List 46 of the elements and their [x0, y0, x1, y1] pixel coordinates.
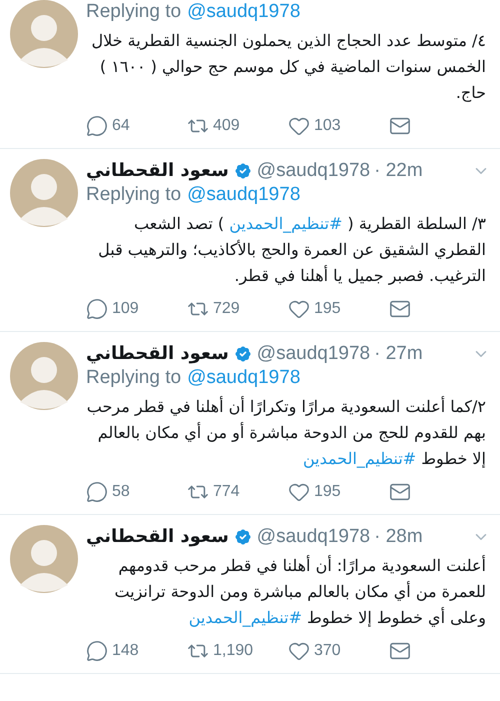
mail-icon[interactable] [389, 298, 411, 320]
mail-icon[interactable] [389, 481, 411, 503]
like-icon[interactable] [288, 640, 310, 662]
action-count: 103 [314, 116, 341, 136]
like-icon[interactable] [288, 298, 310, 320]
replying-label: Replying to [86, 0, 182, 24]
hashtag-link[interactable]: #تنظيم_الحمدين [188, 608, 302, 627]
hashtag-link[interactable]: #تنظيم_الحمدين [229, 214, 342, 233]
display-name: سعود القحطاني [86, 342, 229, 366]
tweet-text: ٢/كما أعلنت السعودية مرارًا وتكرارًا أن أهلنا في قطر مرحب بهم للقدوم للحج من الدوحة مباشرة أو من أي مكان بالعالم إلا خطوط #تنظيم_الحمدين [86, 395, 487, 470]
display-name: سعود القحطاني [86, 159, 229, 183]
action-count: 148 [112, 641, 139, 661]
action-count: 729 [213, 299, 240, 319]
mail-icon[interactable] [389, 115, 411, 137]
action-count: 370 [314, 641, 341, 661]
display-name: سعود القحطاني [86, 525, 229, 549]
reply-icon[interactable] [86, 481, 108, 503]
like-icon[interactable] [288, 115, 310, 137]
tweet-time: · 28m [374, 525, 423, 549]
tweet-time: · 22m [374, 159, 423, 183]
mention-link[interactable]: @saudq1978 [187, 183, 300, 207]
user-handle: @saudq1978 [256, 342, 370, 366]
action-count: 58 [112, 482, 130, 502]
action-count: 1,190 [213, 641, 254, 661]
tweet-text: ٤/ متوسط عدد الحجاج الذين يحملون الجنسية القطرية خلال الخمس سنوات الماضية في كل موسم حج حوالي ( ١٦٠٠ ) حاج. [90, 30, 487, 104]
action-count: 64 [112, 116, 130, 136]
action-count: 409 [213, 116, 240, 136]
tweet-time: · 27m [374, 342, 423, 366]
reply-icon[interactable] [86, 115, 108, 137]
hashtag-link[interactable]: #تنظيم_الحمدين [302, 449, 416, 468]
user-handle: @saudq1978 [256, 525, 370, 549]
reply-icon[interactable] [86, 640, 108, 662]
replying-label: Replying to [86, 183, 182, 207]
replying-label: Replying to [86, 366, 182, 390]
like-icon[interactable] [288, 481, 310, 503]
action-count: 109 [112, 299, 139, 319]
action-count: 774 [213, 482, 240, 502]
mention-link[interactable]: @saudq1978 [187, 366, 300, 390]
mail-icon[interactable] [389, 640, 411, 662]
tweet-text: ٣/ السلطة القطرية ( #تنظيم_الحمدين ) تصد الشعب القطري الشقيق عن العمرة والحج بالأكاذيب؛ والترهيب قبل الترغيب. فصبر جميل يا أهلنا في قطر. [97, 213, 487, 287]
action-count: 195 [314, 482, 341, 502]
mention-link[interactable]: @saudq1978 [187, 0, 300, 24]
tweet-text: أعلنت السعودية مرارًا: أن أهلنا في قطر مرحب قدومهم للعمرة من أي مكان بالعالم مباشرة ومن الدوحة ترانزيت وعلى أي خطوط إلا خطوط #تنظيم_الحمدين [113, 554, 487, 629]
reply-icon[interactable] [86, 298, 108, 320]
user-handle: @saudq1978 [256, 159, 370, 183]
action-count: 195 [314, 299, 341, 319]
